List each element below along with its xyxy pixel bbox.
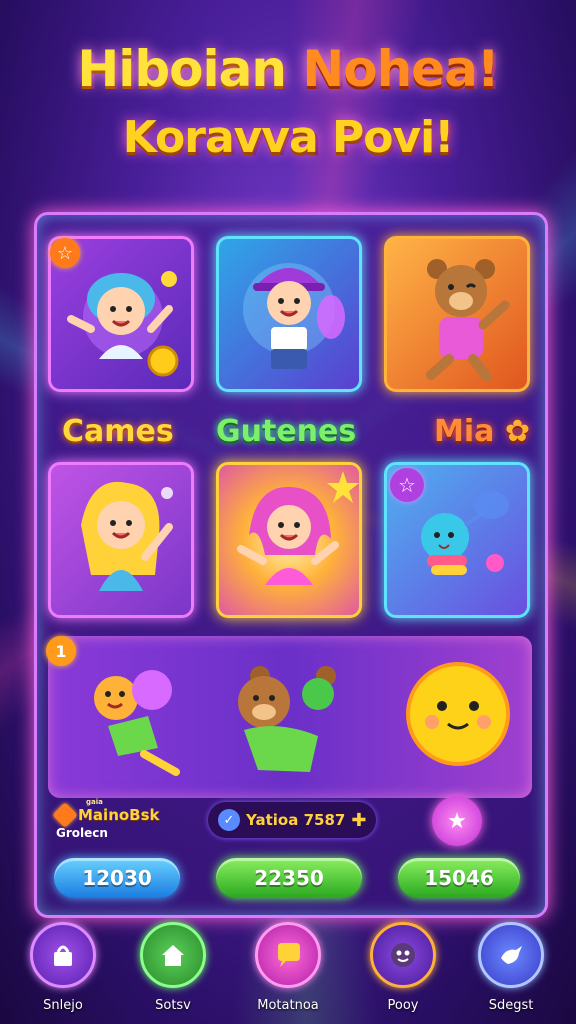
title-word-2: Nohea!: [302, 40, 499, 98]
nav-label-home: Sotsv: [155, 998, 191, 1013]
character-card-3[interactable]: [384, 236, 530, 392]
value-button-1[interactable]: 12030: [54, 858, 180, 898]
chat-bubble-icon: [255, 922, 321, 988]
player-name: MainoBsk: [78, 806, 160, 824]
game-title-line1: Hiboian Nohea!: [0, 40, 576, 98]
nav-item-chat[interactable]: Motatnoa: [255, 922, 321, 1013]
title-word-1: Hiboian: [77, 40, 287, 98]
face-icon: [370, 922, 436, 988]
tag-icon: [52, 802, 78, 828]
sparkle-icon: ✿: [494, 414, 530, 449]
character-boy-purple-cap: [243, 263, 345, 369]
favorite-button[interactable]: ★: [432, 796, 482, 846]
player-tiny-label: gaia: [86, 798, 103, 806]
featured-rank-badge: 1: [46, 636, 76, 666]
featured-characters-panel[interactable]: [48, 636, 532, 798]
category-label-3-text: Mia: [434, 414, 495, 449]
player-subtitle: Grolecn: [56, 826, 108, 840]
character-card-4[interactable]: [48, 462, 194, 618]
character-bear-pink-overalls: [426, 259, 510, 382]
character-girl-pink-hair: [237, 471, 359, 585]
nav-label-shop: Snlejo: [43, 998, 83, 1013]
nav-label-chat: Motatnoa: [257, 998, 319, 1013]
character-card-5[interactable]: [216, 462, 362, 618]
plus-icon[interactable]: ✚: [351, 810, 366, 831]
player-info-left: MainoBsk gaia Grolecn: [52, 798, 160, 840]
nav-item-home[interactable]: Sotsv: [140, 922, 206, 1013]
character-card-2[interactable]: [216, 236, 362, 392]
score-display: ✓ Yatioa 7587 ✚: [208, 802, 377, 838]
category-label-1[interactable]: Cames: [62, 414, 174, 449]
category-label-3[interactable]: Mia ✿: [434, 414, 530, 449]
card-6-star-badge: ☆: [390, 468, 424, 502]
nav-label-social: Sdegst: [488, 998, 534, 1013]
value-button-2[interactable]: 22350: [216, 858, 362, 898]
nav-item-social[interactable]: Sdegst: [478, 922, 544, 1013]
nav-item-profile[interactable]: Pooy: [370, 922, 436, 1013]
character-girl-blonde: [81, 481, 173, 591]
house-icon: [140, 922, 206, 988]
check-icon: ✓: [218, 809, 240, 831]
game-title-line2: Koravva Povi!: [122, 112, 455, 163]
star-icon: ★: [447, 808, 467, 834]
value-button-3[interactable]: 15046: [398, 858, 520, 898]
category-label-2[interactable]: Gutenes: [216, 414, 356, 449]
nav-label-profile: Pooy: [387, 998, 419, 1013]
featured-characters-art: [94, 662, 510, 776]
score-text: Yatioa 7587: [246, 811, 346, 829]
bird-icon: [478, 922, 544, 988]
shop-icon: [30, 922, 96, 988]
nav-item-shop[interactable]: Snlejo: [30, 922, 96, 1013]
card-1-star-badge: ☆: [50, 238, 80, 268]
